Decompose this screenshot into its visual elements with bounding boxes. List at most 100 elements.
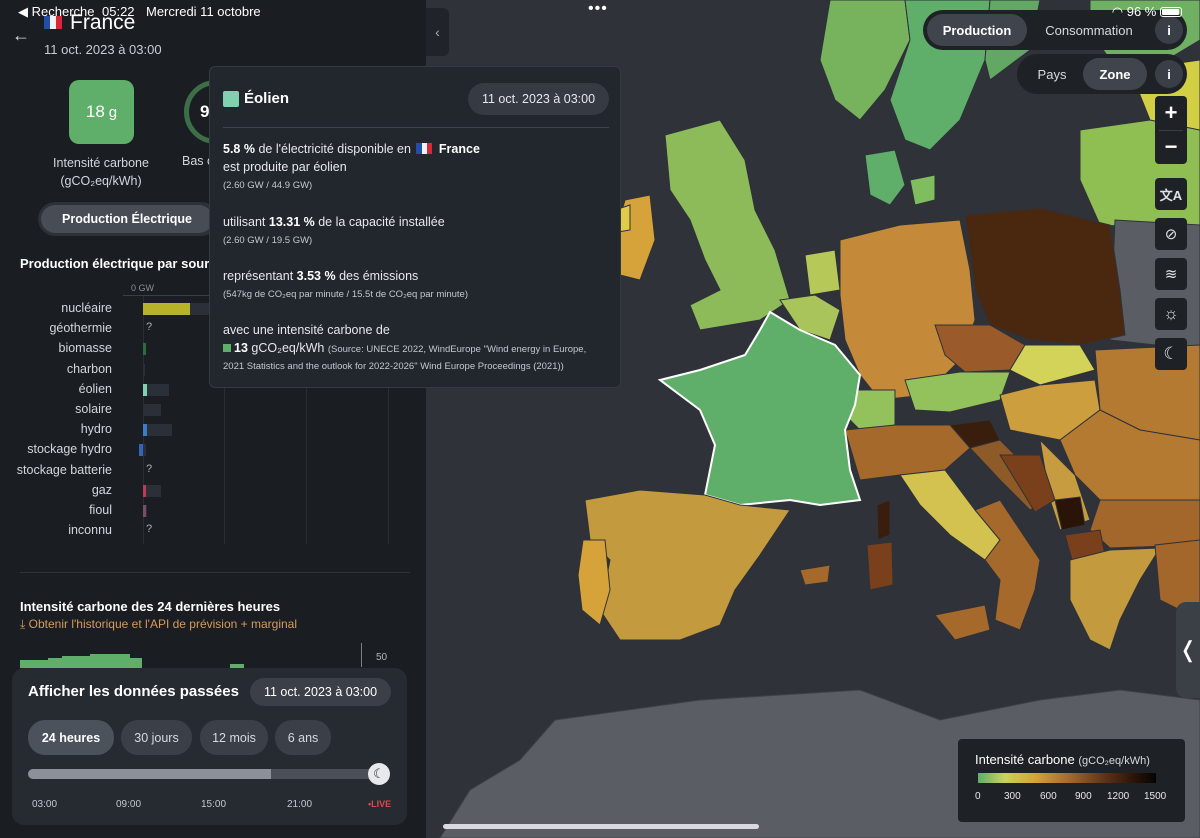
production-row[interactable]: stockage batterie? — [0, 461, 426, 481]
zone-italy-north[interactable] — [844, 424, 971, 481]
home-indicator[interactable] — [443, 824, 759, 829]
zone-greece[interactable] — [1069, 547, 1161, 651]
time-tick: 09:00 — [116, 799, 142, 810]
unknown-value-marker: ? — [146, 523, 153, 536]
production-source-label: nucléaire — [61, 301, 112, 315]
time-slider-handle-moon-icon[interactable]: ☾ — [368, 763, 390, 785]
zone-austria[interactable] — [904, 371, 1011, 413]
production-row[interactable]: fioul — [0, 501, 426, 521]
zone-corsica[interactable] — [876, 499, 891, 541]
tooltip-datetime: 11 oct. 2023 à 03:00 — [468, 83, 609, 115]
emissions-percent: 3.53 % — [296, 269, 336, 283]
range-30d-button[interactable]: 30 jours — [121, 720, 192, 755]
country-tab[interactable]: Pays — [1021, 58, 1083, 90]
production-mode-toggle[interactable]: Production Électrique — [38, 202, 218, 236]
emissions-text-a: représentant — [223, 269, 294, 283]
production-bar[interactable] — [143, 343, 146, 356]
tooltip-share-line: 5.8 % de l'électricité disponible en Fra… — [223, 142, 480, 156]
zoom-out-button[interactable]: − — [1155, 130, 1187, 164]
production-source-label: biomasse — [58, 341, 113, 356]
zone-balearic[interactable] — [799, 564, 831, 586]
tooltip-intensity-value-line: 13 gCO₂eq/kWh (Source: UNECE 2022, WindE… — [223, 341, 586, 355]
history-api-link[interactable]: ⤓ Obtenir l'historique et l'API de prévi… — [20, 617, 297, 632]
battery-icon — [1160, 7, 1182, 17]
side-handle-chevron-icon[interactable]: ❬ — [1176, 602, 1200, 698]
carbon-intensity-badge[interactable]: 18 g — [69, 80, 134, 144]
time-controller-title: Afficher les données passées — [28, 683, 239, 700]
live-indicator[interactable]: •LIVE — [368, 799, 391, 809]
france-flag-icon — [416, 143, 433, 154]
zone-france[interactable] — [657, 310, 862, 507]
back-arrow-icon[interactable]: ← — [12, 25, 30, 46]
zone-denmark[interactable] — [864, 149, 906, 206]
zone-netherlands[interactable] — [804, 249, 841, 296]
eye-off-icon[interactable]: ⊘ — [1155, 218, 1187, 250]
time-tick: 21:00 — [287, 799, 313, 810]
legend-title: Intensité carbone (gCO₂eq/kWh) — [975, 752, 1150, 767]
sun-icon[interactable]: ☼ — [1155, 298, 1187, 330]
legend-unit: (gCO₂eq/kWh) — [1078, 755, 1150, 767]
wind-icon[interactable]: ≋ — [1155, 258, 1187, 290]
zone-spain[interactable] — [584, 489, 791, 641]
zone-sicily[interactable] — [934, 604, 991, 641]
capacity-detail: (2.60 GW / 19.5 GW) — [223, 235, 313, 246]
history-axis-label: 50 — [376, 652, 388, 663]
production-source-label: solaire — [75, 402, 112, 416]
production-row[interactable]: inconnu? — [0, 521, 426, 541]
production-bar[interactable] — [143, 505, 146, 517]
multitask-dots-icon[interactable]: ••• — [588, 0, 608, 18]
production-source-label: charbon — [66, 361, 112, 376]
language-icon[interactable]: 文A — [1155, 178, 1187, 210]
time-slider-fill — [28, 769, 271, 779]
time-tick: 15:00 — [201, 799, 227, 810]
wifi-icon: ◠ — [1111, 4, 1124, 19]
production-bar[interactable] — [143, 484, 146, 497]
production-bar[interactable] — [143, 303, 191, 315]
zone-tab[interactable]: Zone — [1083, 58, 1147, 90]
share-detail: (2.60 GW / 44.9 GW) — [223, 180, 313, 191]
production-bar[interactable] — [139, 444, 143, 457]
status-right: ◠ 96 % — [1112, 4, 1182, 20]
carbon-intensity-label: Intensité carbone (gCO₂eq/kWh) — [30, 154, 172, 190]
zone-bulgaria[interactable] — [1089, 499, 1200, 549]
zone-slovakia[interactable] — [1009, 344, 1096, 386]
production-row[interactable]: solaire — [0, 400, 426, 420]
selected-datetime-pill[interactable]: 11 oct. 2023 à 03:00 — [250, 678, 391, 706]
moon-icon[interactable]: ☾ — [1155, 338, 1187, 370]
zone-sardinia[interactable] — [866, 541, 894, 591]
production-bar[interactable] — [143, 424, 148, 437]
history-bar — [130, 658, 142, 668]
zone-denmark-east[interactable] — [909, 174, 936, 206]
section-divider — [20, 572, 410, 573]
production-row[interactable]: gaz — [0, 481, 426, 501]
granularity-info-icon[interactable]: i — [1155, 60, 1183, 88]
production-source-label: fioul — [89, 503, 112, 517]
range-6y-button[interactable]: 6 ans — [275, 720, 331, 755]
intensity-color-swatch — [223, 344, 231, 352]
tooltip-title: Éolien — [244, 90, 290, 107]
production-bar[interactable] — [143, 383, 147, 396]
zoom-controls: + − — [1155, 96, 1187, 164]
source-tooltip: Éolien 11 oct. 2023 à 03:00 5.8 % de l'é… — [209, 66, 621, 388]
capacity-bar — [143, 363, 146, 376]
production-source-label: hydro — [80, 422, 112, 437]
status-time: 05:22 — [102, 4, 135, 19]
tooltip-emissions-line: représentant 3.53 % des émissions — [223, 269, 418, 283]
range-24h-button[interactable]: 24 heures — [28, 720, 114, 755]
production-source-label: inconnu — [68, 523, 112, 538]
status-date: Mercredi 11 octobre — [146, 4, 261, 19]
capacity-text-a: utilisant — [223, 215, 266, 229]
time-slider-track[interactable] — [28, 769, 375, 779]
production-mode-button[interactable]: Production Électrique — [41, 205, 213, 233]
production-source-label: stockage batterie — [16, 462, 112, 477]
back-to-app[interactable]: ◀ Recherche — [18, 4, 94, 20]
capacity-percent: 13.31 % — [268, 215, 315, 229]
zoom-in-button[interactable]: + — [1155, 96, 1187, 130]
range-12m-button[interactable]: 12 mois — [200, 720, 268, 755]
axis-zero-label: 0 GW — [131, 283, 155, 293]
production-row[interactable]: hydro — [0, 420, 426, 440]
production-row[interactable]: stockage hydro — [0, 440, 426, 460]
history-axis — [361, 643, 362, 667]
zone-uk[interactable] — [664, 119, 791, 331]
zone-poland[interactable] — [964, 207, 1126, 346]
